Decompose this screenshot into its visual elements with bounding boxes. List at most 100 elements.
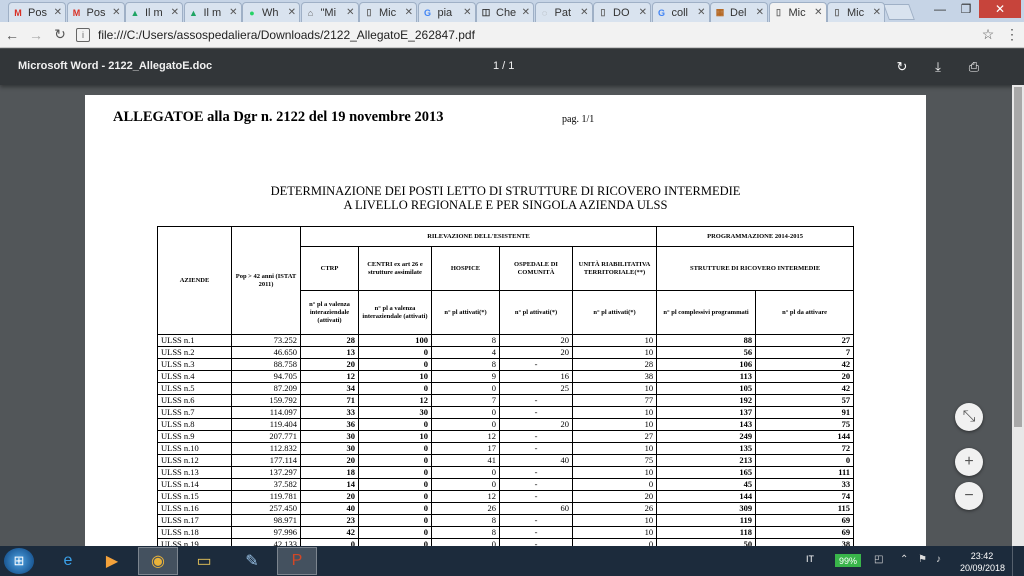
pdf-document-title: Microsoft Word - 2122_AllegatoE.doc xyxy=(18,60,213,72)
zoom-out-icon[interactable]: − xyxy=(955,482,983,510)
cell-ctrp: 30 xyxy=(300,442,359,455)
cell-pop: 119.404 xyxy=(231,418,301,431)
scrollbar-thumb[interactable] xyxy=(1014,87,1022,427)
start-button[interactable]: ⊞ xyxy=(4,548,34,574)
cell-hospice: 0 xyxy=(431,406,500,419)
tab-close-icon[interactable]: ✕ xyxy=(697,7,705,18)
back-icon[interactable]: ← xyxy=(0,23,24,47)
tab-close-icon[interactable]: ✕ xyxy=(639,7,647,18)
tab-close-icon[interactable]: ✕ xyxy=(54,7,62,18)
cell-complessivi: 88 xyxy=(656,334,757,347)
cell-da-attivare: 57 xyxy=(755,394,855,407)
tab-close-icon[interactable]: ✕ xyxy=(522,7,530,18)
page-icon: ⌂ xyxy=(307,7,314,18)
cell-azienda: ULSS n.17 xyxy=(157,514,232,527)
tab-close-icon[interactable]: ✕ xyxy=(405,7,413,18)
tab-close-icon[interactable]: ✕ xyxy=(171,7,179,18)
browser-tab[interactable]: ▲ Il m ✕ xyxy=(183,2,242,22)
cell-unita: 10 xyxy=(571,334,658,347)
unknown-app-icon[interactable]: ✎ xyxy=(232,547,272,575)
tab-close-icon[interactable]: ✕ xyxy=(346,7,354,18)
cell-da-attivare: 69 xyxy=(755,514,855,527)
cell-centri: 10 xyxy=(358,430,432,443)
minimize-icon[interactable]: — xyxy=(927,0,953,18)
browser-tab[interactable]: M Pos ✕ xyxy=(8,2,66,22)
fit-page-icon[interactable]: ⤡ xyxy=(955,403,983,431)
cell-ctrp: 34 xyxy=(300,382,359,395)
zoom-in-icon[interactable]: + xyxy=(955,448,983,476)
loading-icon: ◌ xyxy=(541,7,548,18)
rotate-icon[interactable]: ↻ xyxy=(892,57,912,77)
tab-close-icon[interactable]: ✕ xyxy=(112,7,120,18)
reload-icon[interactable]: ↻ xyxy=(48,23,72,47)
site-icon: ◫ xyxy=(481,7,491,17)
browser-tab[interactable]: ▯ DO ✕ xyxy=(593,2,651,22)
internet-explorer-icon[interactable]: e xyxy=(48,547,88,575)
col-header-aziende: AZIENDE xyxy=(157,226,232,335)
browser-tab[interactable]: Gcoll ✕ xyxy=(651,2,710,22)
browser-tab[interactable]: ▯ Mic ✕ xyxy=(359,2,417,22)
browser-tab[interactable]: ▯ Mic ✕ xyxy=(827,2,885,22)
show-desktop-button[interactable] xyxy=(1012,546,1024,576)
print-icon[interactable]: ⎙ xyxy=(964,57,984,77)
tab-close-icon[interactable]: ✕ xyxy=(814,7,822,18)
browser-tab[interactable]: ▦ Del ✕ xyxy=(710,2,768,22)
sub-header-centri: n° pl a valenza interaziendale (attivati… xyxy=(358,290,432,335)
bookmark-star-icon[interactable]: ☆ xyxy=(976,23,1000,47)
tab-close-icon[interactable]: ✕ xyxy=(580,7,588,18)
browser-tab[interactable]: ◫ Che ✕ xyxy=(476,2,534,22)
browser-tab[interactable]: ▲ Il m ✕ xyxy=(125,2,183,22)
cell-da-attivare: 115 xyxy=(755,502,855,515)
volume-icon[interactable]: ♪ xyxy=(936,554,941,565)
download-icon[interactable]: ⤓ xyxy=(928,57,948,77)
browser-tab[interactable]: ⌂ "Mi ✕ xyxy=(300,2,359,22)
cell-pop: 94.705 xyxy=(231,370,301,383)
page-indicator: 1 / 1 xyxy=(493,60,515,72)
media-player-icon[interactable]: ▶ xyxy=(92,547,132,575)
clock[interactable]: 23:42 20/09/2018 xyxy=(960,550,1005,574)
cell-unita: 38 xyxy=(571,370,658,383)
tab-close-icon[interactable]: ✕ xyxy=(463,7,471,18)
cell-ospedale: - xyxy=(499,490,573,503)
close-window-icon[interactable]: ✕ xyxy=(979,0,1021,18)
powerpoint-icon[interactable]: P xyxy=(277,547,317,575)
cell-da-attivare: 74 xyxy=(755,490,855,503)
tab-close-icon[interactable]: ✕ xyxy=(288,7,296,18)
tab-close-icon[interactable]: ✕ xyxy=(873,7,881,18)
new-tab-button[interactable] xyxy=(883,4,915,20)
browser-tab[interactable]: ● Wh ✕ xyxy=(242,2,300,22)
sub-header-complessivi: n° pl complessivi programmati xyxy=(656,290,757,335)
forward-icon[interactable]: → xyxy=(24,23,48,47)
address-bar[interactable]: i file:///C:/Users/assospedaliera/Downlo… xyxy=(76,24,976,46)
menu-kebab-icon[interactable]: ⋮ xyxy=(1000,23,1024,47)
browser-tab[interactable]: ▯ Mic ✕ xyxy=(768,2,827,22)
cell-unita: 10 xyxy=(571,514,658,527)
table-row: ULSS n.5 87.209 34 0 0 25 10 105 42 xyxy=(157,382,855,395)
cell-unita: 27 xyxy=(571,430,658,443)
tab-close-icon[interactable]: ✕ xyxy=(756,7,764,18)
action-center-flag-icon[interactable]: ⚑ xyxy=(918,554,927,565)
tab-close-icon[interactable]: ✕ xyxy=(229,7,237,18)
maximize-icon[interactable]: ❐ xyxy=(953,0,979,18)
cell-centri: 0 xyxy=(358,526,432,539)
cell-unita: 75 xyxy=(571,454,658,467)
battery-indicator[interactable]: 99% xyxy=(835,554,861,567)
cell-ospedale: - xyxy=(499,442,573,455)
cell-ospedale: - xyxy=(499,430,573,443)
vertical-scrollbar[interactable] xyxy=(1012,85,1024,546)
chrome-icon[interactable]: ◉ xyxy=(138,547,178,575)
browser-tab[interactable]: Gpia ✕ xyxy=(417,2,476,22)
browser-tab[interactable]: M Pos ✕ xyxy=(66,2,125,22)
file-explorer-icon[interactable]: ▭ xyxy=(184,547,224,575)
language-indicator[interactable]: IT xyxy=(806,554,814,564)
cell-unita: 10 xyxy=(571,526,658,539)
tray-expand-icon[interactable]: ⌃ xyxy=(900,554,908,565)
tab-title: Pat xyxy=(554,6,572,19)
cell-unita: 77 xyxy=(571,394,658,407)
cell-azienda: ULSS n.9 xyxy=(157,430,232,443)
browser-tab[interactable]: ◌ Pat ✕ xyxy=(534,2,593,22)
cell-ctrp: 13 xyxy=(300,346,359,359)
tab-title: Che xyxy=(496,6,517,19)
pdf-viewer-toolbar: Microsoft Word - 2122_AllegatoE.doc 1 / … xyxy=(0,49,1024,85)
tray-app-icon[interactable]: ◰ xyxy=(874,554,883,565)
